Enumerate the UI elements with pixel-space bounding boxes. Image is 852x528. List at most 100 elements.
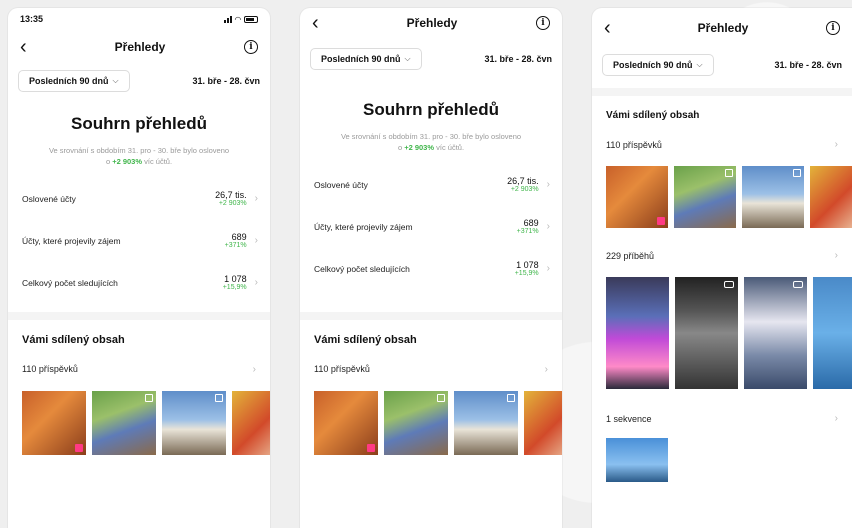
filter-bar: Posledních 90 dnů ⌵ 31. bře - 28. čvn [592, 48, 852, 84]
post-thumbnail[interactable] [232, 390, 270, 455]
metric-label: Oslovené účty [22, 193, 76, 204]
metric-change: +2 903% [218, 200, 247, 208]
summary-description: Ve srovnání s obdobím 31. pro - 30. bře … [316, 132, 546, 154]
metric-change: +15,9% [222, 284, 247, 292]
section-divider [8, 311, 270, 320]
content-section-title: Vámi sdílený obsah [22, 333, 125, 346]
post-thumbnail[interactable] [810, 166, 852, 228]
multi-image-icon [437, 393, 445, 402]
metric-change: +15,9% [514, 270, 539, 278]
page-title: Přehledy [406, 16, 458, 30]
story-thumbnail[interactable] [675, 277, 738, 389]
chevron-down-icon: ⌵ [112, 76, 119, 85]
phone-screen-2: ‹ Přehledy i Posledních 90 dnů ⌵ 31. bře… [300, 8, 562, 528]
chevron-down-icon: ⌵ [404, 54, 411, 63]
chevron-right-icon: › [254, 277, 258, 289]
post-thumbnail[interactable] [524, 390, 562, 455]
period-label: Posledních 90 dnů [613, 60, 693, 70]
post-thumbnail[interactable] [314, 390, 378, 455]
phone-screen-3: ‹ Přehledy i Posledních 90 dnů ⌵ 31. bře… [592, 8, 852, 528]
stories-count: 229 příběhů [606, 250, 655, 261]
back-arrow-icon[interactable]: ‹ [604, 18, 620, 38]
chevron-right-icon: › [546, 221, 550, 233]
signal-icon [223, 15, 232, 23]
chevron-down-icon: ⌵ [696, 60, 703, 69]
phone-screen-1: 13:35 ◠ ‹ Přehledy i Posledních 90 dnů ⌵… [8, 8, 270, 528]
metric-label: Účty, které projevily zájem [22, 235, 121, 246]
nav-bar: ‹ Přehledy i [300, 8, 562, 38]
reel-thumbnail[interactable] [606, 438, 668, 482]
metric-change: +2 903% [510, 186, 539, 194]
posts-thumbnails [300, 383, 562, 463]
metric-label: Celkový počet sledujících [22, 277, 118, 288]
back-arrow-icon[interactable]: ‹ [312, 13, 328, 33]
info-icon[interactable]: i [243, 40, 258, 54]
date-range: 31. bře - 28. čvn [192, 76, 260, 86]
story-thumbnail[interactable] [813, 277, 852, 389]
chevron-right-icon: › [546, 179, 550, 191]
summary-desc-post: víc účtů. [144, 156, 173, 166]
posts-thumbnails [8, 383, 270, 463]
metric-total-followers[interactable]: Celkový počet sledujících 1 078 +15,9% › [8, 262, 270, 304]
status-bar: 13:35 ◠ [8, 8, 270, 30]
metric-value: 1 078 [224, 274, 247, 285]
multi-image-icon [145, 393, 153, 402]
period-dropdown[interactable]: Posledních 90 dnů ⌵ [18, 70, 130, 92]
summary-desc-change: +2 903% [112, 156, 143, 166]
post-thumbnail[interactable] [384, 390, 448, 455]
page-title: Přehledy [114, 40, 166, 54]
story-thumbnail[interactable] [606, 277, 669, 389]
content-section-title: Vámi sdílený obsah [606, 110, 700, 121]
nav-bar: ‹ Přehledy i [8, 30, 270, 64]
post-thumbnail[interactable] [162, 390, 226, 455]
filter-bar: Posledních 90 dnů ⌵ 31. bře - 28. čvn [300, 38, 562, 78]
video-icon [793, 281, 803, 288]
battery-icon [244, 15, 258, 23]
story-thumbnail[interactable] [744, 277, 807, 389]
chevron-right-icon: › [544, 363, 548, 375]
summary-desc-change: +2 903% [404, 142, 435, 152]
multi-image-icon [507, 393, 515, 402]
metric-total-followers[interactable]: Celkový počet sledujících 1 078 +15,9% › [300, 248, 562, 290]
filter-bar: Posledních 90 dnů ⌵ 31. bře - 28. čvn [8, 64, 270, 100]
posts-row[interactable]: 110 příspěvků › [8, 356, 270, 383]
period-dropdown[interactable]: Posledních 90 dnů ⌵ [602, 54, 714, 76]
reels-count: 1 sekvence [606, 413, 652, 424]
posts-count: 110 příspěvků [22, 364, 78, 375]
metric-reached-accounts[interactable]: Oslovené účty 26,7 tis. +2 903% › [8, 178, 270, 220]
metric-value: 1 078 [516, 260, 539, 271]
metric-value: 689 [231, 232, 247, 243]
post-thumbnail[interactable] [606, 166, 668, 228]
summary-title: Souhrn přehledů [71, 114, 207, 133]
metric-value: 26,7 tis. [507, 176, 539, 187]
stories-row[interactable]: 229 příběhů › [592, 236, 852, 269]
info-icon[interactable]: i [535, 16, 550, 30]
metric-engaged-accounts[interactable]: Účty, které projevily zájem 689 +371% › [300, 206, 562, 248]
page-title: Přehledy [697, 21, 749, 35]
summary-section: Souhrn přehledů Ve srovnání s obdobím 31… [8, 100, 270, 178]
status-time: 13:35 [20, 14, 44, 24]
multi-image-icon [725, 169, 733, 177]
chevron-right-icon: › [834, 413, 838, 424]
reels-row[interactable]: 1 sekvence › [592, 399, 852, 432]
post-thumbnail[interactable] [674, 166, 736, 228]
posts-count: 110 příspěvků [314, 364, 370, 375]
info-icon[interactable]: i [825, 21, 840, 35]
period-label: Posledních 90 dnů [321, 54, 401, 64]
metric-change: +371% [516, 228, 539, 236]
posts-row[interactable]: 110 příspěvků › [300, 356, 562, 383]
post-thumbnail[interactable] [454, 390, 518, 455]
post-thumbnail[interactable] [92, 390, 156, 455]
metric-label: Účty, které projevily zájem [314, 221, 413, 232]
post-thumbnail[interactable] [22, 390, 86, 455]
post-thumbnail[interactable] [742, 166, 804, 228]
back-arrow-icon[interactable]: ‹ [20, 37, 36, 57]
metric-engaged-accounts[interactable]: Účty, které projevily zájem 689 +371% › [8, 220, 270, 262]
summary-section: Souhrn přehledů Ve srovnání s obdobím 31… [300, 78, 562, 164]
posts-row[interactable]: 110 příspěvků › [592, 131, 852, 158]
metric-reached-accounts[interactable]: Oslovené účty 26,7 tis. +2 903% › [300, 164, 562, 206]
chevron-right-icon: › [546, 263, 550, 275]
nav-bar: ‹ Přehledy i [592, 8, 852, 48]
section-divider [300, 311, 562, 320]
period-dropdown[interactable]: Posledních 90 dnů ⌵ [310, 48, 422, 70]
